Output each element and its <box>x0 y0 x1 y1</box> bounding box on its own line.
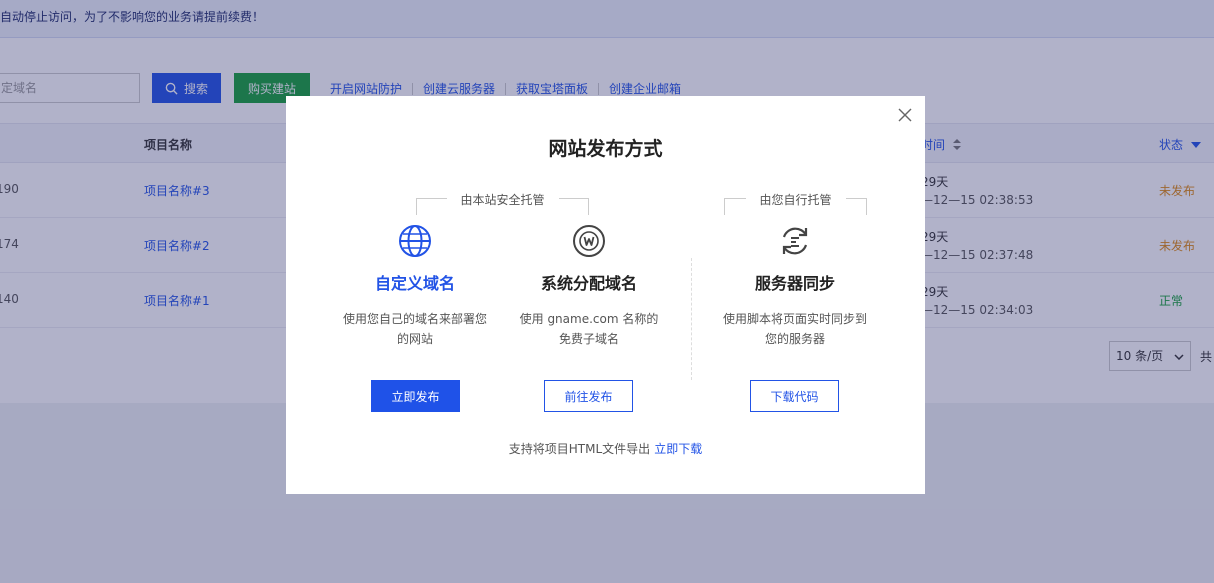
option-title: 自定义域名 <box>374 274 455 293</box>
globe-icon <box>399 225 431 257</box>
option-title: 服务器同步 <box>754 274 835 293</box>
export-hint: 支持将项目HTML文件导出 立即下载 <box>286 440 925 457</box>
download-code-button[interactable]: 下载代码 <box>750 380 839 412</box>
group-hosted-bracket: 由本站安全托管 <box>416 191 589 216</box>
close-icon[interactable] <box>896 106 914 124</box>
option-description: 使用 gname.com 名称的免费子域名 <box>519 312 659 346</box>
group-hosted-label: 由本站安全托管 <box>446 191 559 208</box>
group-self-label: 由您自行托管 <box>745 191 846 208</box>
option-server-sync: 服务器同步 使用脚本将页面实时同步到您的服务器 <box>710 224 880 349</box>
option-description: 使用脚本将页面实时同步到您的服务器 <box>722 312 867 346</box>
download-now-link[interactable]: 立即下载 <box>654 442 702 456</box>
go-publish-button[interactable]: 前往发布 <box>544 380 633 412</box>
option-custom-domain: 自定义域名 使用您自己的域名来部署您的网站 <box>330 224 500 349</box>
option-system-domain: 系统分配域名 使用 gname.com 名称的免费子域名 <box>504 224 674 349</box>
export-hint-text: 支持将项目HTML文件导出 <box>508 442 651 456</box>
publish-now-button[interactable]: 立即发布 <box>371 380 460 412</box>
publish-method-modal: 网站发布方式 由本站安全托管 由您自行托管 自定义域名 使用您自己的域名来部署您… <box>286 96 925 494</box>
sync-icon <box>782 227 808 255</box>
option-title: 系统分配域名 <box>540 274 637 293</box>
modal-title: 网站发布方式 <box>548 138 663 160</box>
divider <box>691 258 692 380</box>
web-globe-icon <box>573 225 605 257</box>
option-description: 使用您自己的域名来部署您的网站 <box>342 312 487 346</box>
group-self-bracket: 由您自行托管 <box>724 191 867 216</box>
